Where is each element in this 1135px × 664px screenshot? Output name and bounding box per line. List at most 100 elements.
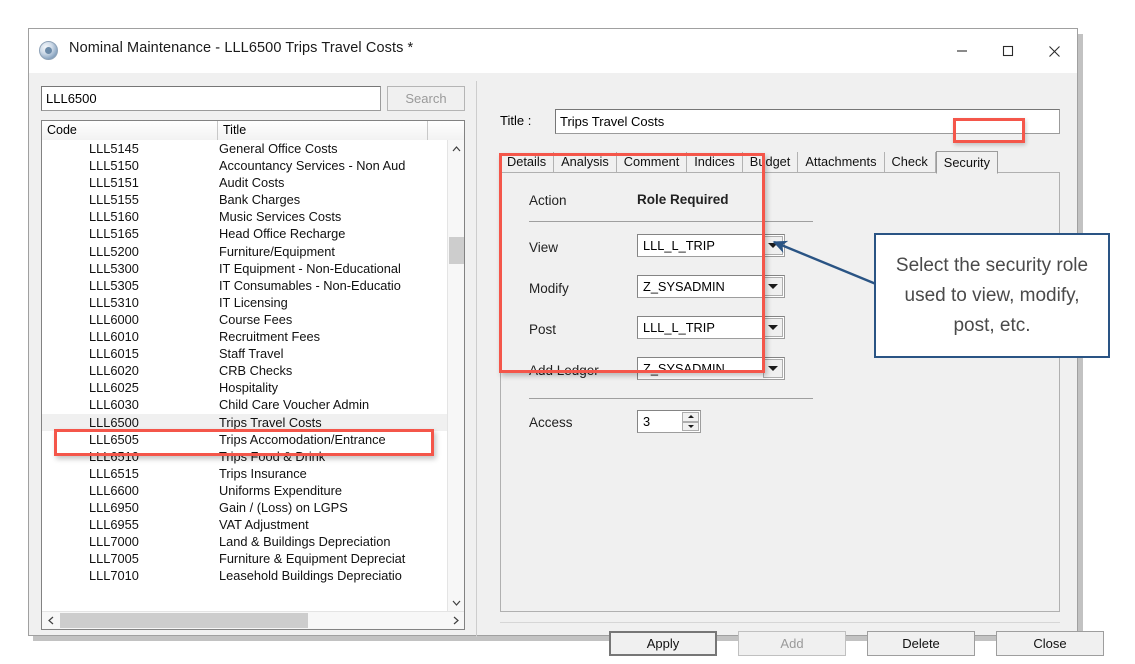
list-header: Code Title [42,121,464,140]
table-row[interactable]: LLL7010 Leasehold Buildings Depreciatio [42,567,447,584]
scroll-left-icon[interactable] [42,612,59,629]
table-row[interactable]: LLL5155 Bank Charges [42,191,447,208]
row-title: General Office Costs [219,141,338,156]
title-input[interactable] [555,109,1060,134]
tab-analysis[interactable]: Analysis [554,152,617,173]
tab-comment[interactable]: Comment [616,152,688,173]
access-label: Access [529,415,573,430]
row-code: LLL5160 [89,209,139,225]
horizontal-scroll-thumb[interactable] [60,613,308,628]
access-decrement-icon[interactable] [682,421,699,431]
search-input[interactable] [41,86,381,111]
header-divider [529,221,813,222]
list-vertical-scrollbar[interactable] [447,140,464,611]
row-title: Head Office Recharge [219,226,346,242]
row-title: Music Services Costs [219,209,342,225]
table-row[interactable]: LLL5160 Music Services Costs [42,208,447,225]
table-row[interactable]: LLL6025 Hospitality [42,379,447,396]
row-code: LLL6510 [89,448,139,464]
scroll-right-icon[interactable] [447,612,464,629]
scroll-up-icon[interactable] [448,140,465,157]
tab-attachments[interactable]: Attachments [798,152,885,173]
security-action-label: Post [529,322,557,337]
close-icon[interactable] [1031,29,1077,73]
table-row[interactable]: LLL7000 Land & Buildings Depreciation [42,533,447,550]
chevron-down-icon[interactable] [763,236,783,255]
table-row[interactable]: LLL5150 Accountancy Services - Non Aud [42,157,447,174]
chevron-down-icon[interactable] [763,277,783,296]
security-action-label: Add Ledger [529,363,599,378]
table-row[interactable]: LLL6500 Trips Travel Costs [42,413,447,431]
role-select-modify[interactable]: Z_SYSADMIN [637,275,785,298]
row-title: VAT Adjustment [219,517,309,533]
access-increment-icon[interactable] [682,412,699,422]
table-row[interactable]: LLL6955 VAT Adjustment [42,516,447,533]
tab-security[interactable]: Security [935,151,999,174]
table-row[interactable]: LLL5165 Head Office Recharge [42,225,447,242]
scroll-down-icon[interactable] [448,594,465,611]
table-row[interactable]: LLL5300 IT Equipment - Non-Educational [42,260,447,277]
role-select-view[interactable]: LLL_L_TRIP [637,234,785,257]
table-row[interactable]: LLL5310 IT Licensing [42,294,447,311]
row-title: Trips Accomodation/Entrance [219,431,386,447]
column-header-code[interactable]: Code [42,121,218,140]
table-row[interactable]: LLL6010 Recruitment Fees [42,328,447,345]
window-controls [939,29,1077,73]
tab-budget[interactable]: Budget [742,152,799,173]
table-row[interactable]: LLL6020 CRB Checks [42,362,447,379]
security-row: View LLL_L_TRIP [529,228,819,269]
row-code: LLL5305 [89,277,139,293]
table-row[interactable]: LLL5145 General Office Costs [42,140,447,157]
table-row[interactable]: LLL6600 Uniforms Expenditure [42,482,447,499]
role-select-value: Z_SYSADMIN [643,279,725,294]
minimize-icon[interactable] [939,29,985,73]
row-code: LLL6025 [89,380,139,396]
table-row[interactable]: LLL6505 Trips Accomodation/Entrance [42,431,447,448]
close-button[interactable]: Close [996,631,1104,656]
role-select-add-ledger[interactable]: Z_SYSADMIN [637,357,785,380]
table-row[interactable]: LLL7005 Furniture & Equipment Depreciat [42,550,447,567]
row-code: LLL6955 [89,517,139,533]
row-title: Furniture/Equipment [219,243,335,259]
access-stepper-buttons [682,412,699,431]
row-code: LLL6000 [89,311,139,327]
row-code: LLL5151 [89,175,139,191]
maximize-icon[interactable] [985,29,1031,73]
table-row[interactable]: LLL5305 IT Consumables - Non-Educatio [42,277,447,294]
tab-details[interactable]: Details [500,152,555,173]
table-row[interactable]: LLL5200 Furniture/Equipment [42,243,447,260]
access-stepper[interactable]: 3 [637,410,701,433]
list-body[interactable]: LLL5145 General Office Costs LLL5150 Accoun… [42,140,447,611]
table-row[interactable]: LLL6015 Staff Travel [42,345,447,362]
table-row[interactable]: LLL5151 Audit Costs [42,174,447,191]
vertical-scroll-thumb[interactable] [449,237,464,264]
table-row[interactable]: LLL6030 Child Care Voucher Admin [42,396,447,413]
callout-box: Select the security role used to view, m… [874,233,1110,358]
column-header-title[interactable]: Title [218,121,428,140]
security-row: Modify Z_SYSADMIN [529,269,819,310]
delete-button[interactable]: Delete [867,631,975,656]
role-select-value: LLL_L_TRIP [643,238,715,253]
search-button[interactable]: Search [387,86,465,111]
table-row[interactable]: LLL6950 Gain / (Loss) on LGPS [42,499,447,516]
row-title: Gain / (Loss) on LGPS [219,499,348,515]
list-horizontal-scrollbar[interactable] [42,611,464,629]
nominal-code-list[interactable]: Code Title LLL5145 General Office Costs LL… [41,120,465,630]
role-select-post[interactable]: LLL_L_TRIP [637,316,785,339]
table-row[interactable]: LLL6510 Trips Food & Drink [42,448,447,465]
tab-indices[interactable]: Indices [687,152,743,173]
chevron-down-icon[interactable] [763,318,783,337]
app-circle-icon [39,41,58,60]
tab-check[interactable]: Check [884,152,936,173]
chevron-down-icon[interactable] [763,359,783,378]
title-row: Title : [500,109,1060,134]
row-title: CRB Checks [219,363,293,379]
security-rows: View LLL_L_TRIP Modify Z_SYSADMIN Post LLL_L_… [529,228,819,392]
table-row[interactable]: LLL6515 Trips Insurance [42,465,447,482]
row-code: LLL5150 [89,158,139,174]
apply-button[interactable]: Apply [609,631,717,656]
title-field-label: Title : [500,113,532,128]
row-code: LLL6010 [89,329,139,345]
table-row[interactable]: LLL6000 Course Fees [42,311,447,328]
row-code: LLL6505 [89,431,139,447]
